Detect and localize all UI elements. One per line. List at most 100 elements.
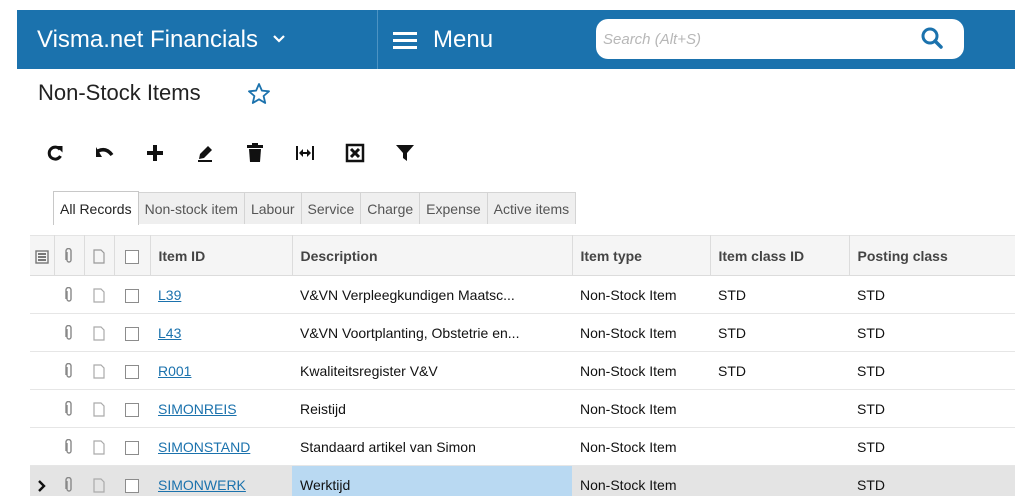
row-checkbox[interactable]: [125, 364, 139, 379]
row-checkbox[interactable]: [125, 402, 139, 417]
posting-class-cell[interactable]: STD: [849, 313, 1015, 352]
item-class-id-cell[interactable]: STD: [710, 275, 849, 314]
item-class-id-cell[interactable]: STD: [710, 351, 849, 390]
row-files-cell[interactable]: [54, 465, 84, 496]
tab-service[interactable]: Service: [301, 192, 362, 224]
item-id-link[interactable]: SIMONREIS: [158, 401, 237, 417]
row-notes-cell[interactable]: [84, 465, 114, 496]
search-icon[interactable]: [920, 26, 944, 50]
select-all-checkbox[interactable]: [125, 249, 139, 264]
row-checkbox[interactable]: [125, 478, 139, 493]
edit-pencil-icon[interactable]: [190, 138, 220, 168]
item-type-cell[interactable]: Non-Stock Item: [572, 389, 710, 428]
row-notes-cell[interactable]: [84, 351, 114, 390]
item-class-id-cell[interactable]: STD: [710, 313, 849, 352]
item-id-link[interactable]: R001: [158, 363, 191, 379]
description-cell[interactable]: Kwaliteitsregister V&V: [292, 351, 572, 390]
description-cell[interactable]: Reistijd: [292, 389, 572, 428]
hamburger-icon: [393, 31, 417, 49]
row-files-cell[interactable]: [54, 427, 84, 466]
tab-non-stock-item[interactable]: Non-stock item: [138, 192, 245, 224]
row-notes-cell[interactable]: [84, 427, 114, 466]
add-icon[interactable]: [140, 138, 170, 168]
paperclip-icon: [65, 438, 72, 454]
tab-all-records[interactable]: All Records: [53, 191, 139, 225]
row-files-cell[interactable]: [54, 389, 84, 428]
table-row[interactable]: SIMONSTAND Standaard artikel van Simon Non…: [30, 427, 1015, 466]
row-checkbox[interactable]: [125, 326, 139, 341]
app-name: Visma.net Financials: [37, 25, 258, 53]
favorite-star-icon[interactable]: [247, 82, 271, 106]
select-all-header[interactable]: [114, 235, 151, 276]
table-row[interactable]: L39 V&VN Verpleegkundigen Maatsc... Non-St…: [30, 275, 1015, 314]
posting-class-cell[interactable]: STD: [849, 275, 1015, 314]
refresh-icon[interactable]: [40, 138, 70, 168]
row-files-cell[interactable]: [54, 313, 84, 352]
row-checkbox[interactable]: [125, 440, 139, 455]
tab-active-items[interactable]: Active items: [487, 192, 577, 224]
item-id-link[interactable]: L39: [158, 287, 181, 303]
description-cell[interactable]: V&VN Voortplanting, Obstetrie en...: [292, 313, 572, 352]
row-checkbox[interactable]: [125, 288, 139, 303]
column-header-item-type[interactable]: Item type: [572, 235, 711, 276]
paperclip-icon: [65, 362, 72, 378]
row-indicator: [30, 427, 54, 466]
posting-class-cell[interactable]: STD: [849, 389, 1015, 428]
item-type-cell[interactable]: Non-Stock Item: [572, 427, 710, 466]
delete-trash-icon[interactable]: [240, 138, 270, 168]
posting-class-cell[interactable]: STD: [849, 351, 1015, 390]
item-id-link[interactable]: L43: [158, 325, 181, 341]
note-icon: [93, 249, 105, 264]
table-row[interactable]: SIMONWERK Werktijd Non-Stock Item STD: [30, 465, 1015, 496]
header-bar: Visma.net Financials Menu: [17, 10, 1015, 69]
item-type-cell[interactable]: Non-Stock Item: [572, 351, 710, 390]
row-notes-cell[interactable]: [84, 275, 114, 314]
fit-columns-icon[interactable]: [290, 138, 320, 168]
column-header-description[interactable]: Description: [292, 235, 573, 276]
tab-labour[interactable]: Labour: [244, 192, 302, 224]
filter-funnel-icon[interactable]: [390, 138, 420, 168]
column-settings-header[interactable]: [30, 235, 55, 276]
item-id-link[interactable]: SIMONWERK: [158, 477, 246, 493]
item-class-id-cell[interactable]: [710, 465, 849, 496]
description-cell[interactable]: V&VN Verpleegkundigen Maatsc...: [292, 275, 572, 314]
row-select-cell: [114, 427, 150, 466]
search-box: [596, 19, 964, 59]
item-class-id-cell[interactable]: [710, 389, 849, 428]
row-notes-cell[interactable]: [84, 313, 114, 352]
item-type-cell[interactable]: Non-Stock Item: [572, 465, 710, 496]
row-indicator: [30, 389, 54, 428]
current-row-arrow-icon: [38, 479, 46, 492]
column-header-item-id[interactable]: Item ID: [150, 235, 293, 276]
paperclip-icon: [65, 247, 72, 263]
column-header-posting-class[interactable]: Posting class: [849, 235, 1015, 276]
table-row[interactable]: L43 V&VN Voortplanting, Obstetrie en... No…: [30, 313, 1015, 352]
export-excel-icon[interactable]: [340, 138, 370, 168]
description-cell[interactable]: Werktijd: [292, 465, 572, 496]
top-bar: Visma.net Financials Menu: [0, 0, 1015, 70]
column-header-item-class-id[interactable]: Item class ID: [710, 235, 850, 276]
row-notes-cell[interactable]: [84, 389, 114, 428]
tab-expense[interactable]: Expense: [420, 192, 488, 224]
row-select-cell: [114, 351, 150, 390]
posting-class-cell[interactable]: STD: [849, 465, 1015, 496]
row-select-cell: [114, 465, 150, 496]
tab-charge[interactable]: Charge: [361, 192, 421, 224]
posting-class-cell[interactable]: STD: [849, 427, 1015, 466]
item-id-cell: SIMONWERK: [150, 465, 292, 496]
table-row[interactable]: R001 Kwaliteitsregister V&V Non-Stock Item…: [30, 351, 1015, 390]
item-class-id-cell[interactable]: [710, 427, 849, 466]
search-input[interactable]: [601, 19, 901, 59]
menu-button[interactable]: Menu: [393, 10, 493, 69]
app-switcher[interactable]: Visma.net Financials: [17, 10, 362, 69]
description-cell[interactable]: Standaard artikel van Simon: [292, 427, 572, 466]
undo-icon[interactable]: [90, 138, 120, 168]
notes-header: [84, 235, 115, 276]
item-id-link[interactable]: SIMONSTAND: [158, 439, 250, 455]
note-icon: [93, 402, 105, 417]
row-files-cell[interactable]: [54, 275, 84, 314]
table-row[interactable]: SIMONREIS Reistijd Non-Stock Item STD: [30, 389, 1015, 428]
item-type-cell[interactable]: Non-Stock Item: [572, 275, 710, 314]
row-files-cell[interactable]: [54, 351, 84, 390]
item-type-cell[interactable]: Non-Stock Item: [572, 313, 710, 352]
